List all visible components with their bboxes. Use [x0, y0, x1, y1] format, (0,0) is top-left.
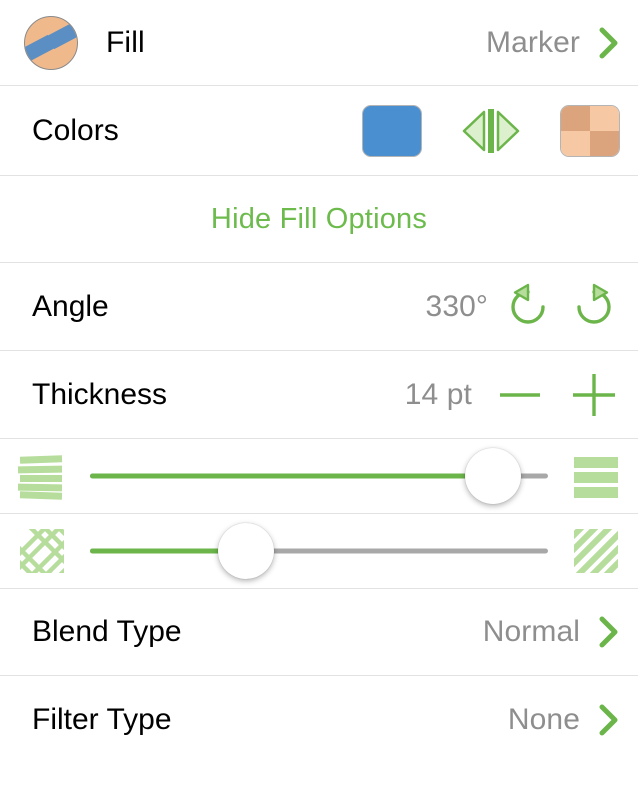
checker-cell-tr	[590, 105, 619, 131]
fill-marker-swatch-icon	[24, 15, 78, 70]
stripe-density-slider[interactable]	[90, 448, 548, 504]
thickness-value: 14 pt	[404, 377, 472, 411]
diagonal-stripes-icon	[574, 529, 618, 573]
secondary-color-swatch[interactable]	[560, 104, 620, 157]
blend-type-value: Normal	[482, 615, 580, 648]
hide-fill-options-row[interactable]: Hide Fill Options	[0, 176, 638, 263]
hide-fill-options-label: Hide Fill Options	[210, 202, 428, 235]
slider-track-fill	[90, 473, 494, 479]
colors-label: Colors	[32, 113, 119, 147]
colors-row: Colors	[0, 86, 638, 176]
thickness-row: Thickness 14 pt	[0, 351, 638, 439]
hatch-scale-slider[interactable]	[90, 523, 548, 579]
checker-cell-tl	[561, 105, 590, 131]
rotate-clockwise-icon[interactable]	[568, 281, 620, 333]
thickness-label: Thickness	[32, 377, 168, 411]
fill-inspector-panel: Fill Marker Colors Hide Fill Options Ang…	[0, 0, 638, 801]
swap-colors-icon[interactable]	[460, 106, 522, 156]
chevron-right-icon[interactable]	[598, 26, 620, 60]
blend-type-row[interactable]: Blend Type Normal	[0, 589, 638, 676]
fill-style-value: Marker	[486, 25, 580, 59]
slider-thumb[interactable]	[465, 448, 522, 504]
filter-type-label: Filter Type	[32, 702, 172, 736]
page-title: Fill	[106, 25, 145, 59]
minus-icon[interactable]	[494, 369, 546, 421]
sparse-horizontal-stripes-icon	[574, 457, 618, 498]
angle-value: 330°	[425, 289, 488, 323]
marker-stroke-lower	[47, 21, 77, 49]
filter-type-row[interactable]: Filter Type None	[0, 676, 638, 763]
checker-cell-bl	[561, 130, 590, 156]
angle-row: Angle 330°	[0, 263, 638, 351]
basketweave-hatch-icon	[20, 529, 64, 573]
slider-thumb[interactable]	[217, 523, 274, 579]
angle-label: Angle	[32, 289, 109, 323]
rotate-counterclockwise-icon[interactable]	[502, 281, 554, 333]
primary-color-swatch[interactable]	[362, 104, 422, 157]
plus-icon[interactable]	[568, 369, 620, 421]
hatch-scale-slider-row	[0, 514, 638, 589]
fill-header-row[interactable]: Fill Marker	[0, 0, 638, 86]
dense-horizontal-stripes-icon	[17, 455, 63, 500]
chevron-right-icon[interactable]	[598, 703, 620, 737]
chevron-right-icon[interactable]	[598, 615, 620, 649]
stripe-density-slider-row	[0, 439, 638, 514]
checker-cell-br	[590, 130, 619, 156]
blend-type-label: Blend Type	[32, 615, 182, 648]
filter-type-value: None	[507, 702, 580, 736]
